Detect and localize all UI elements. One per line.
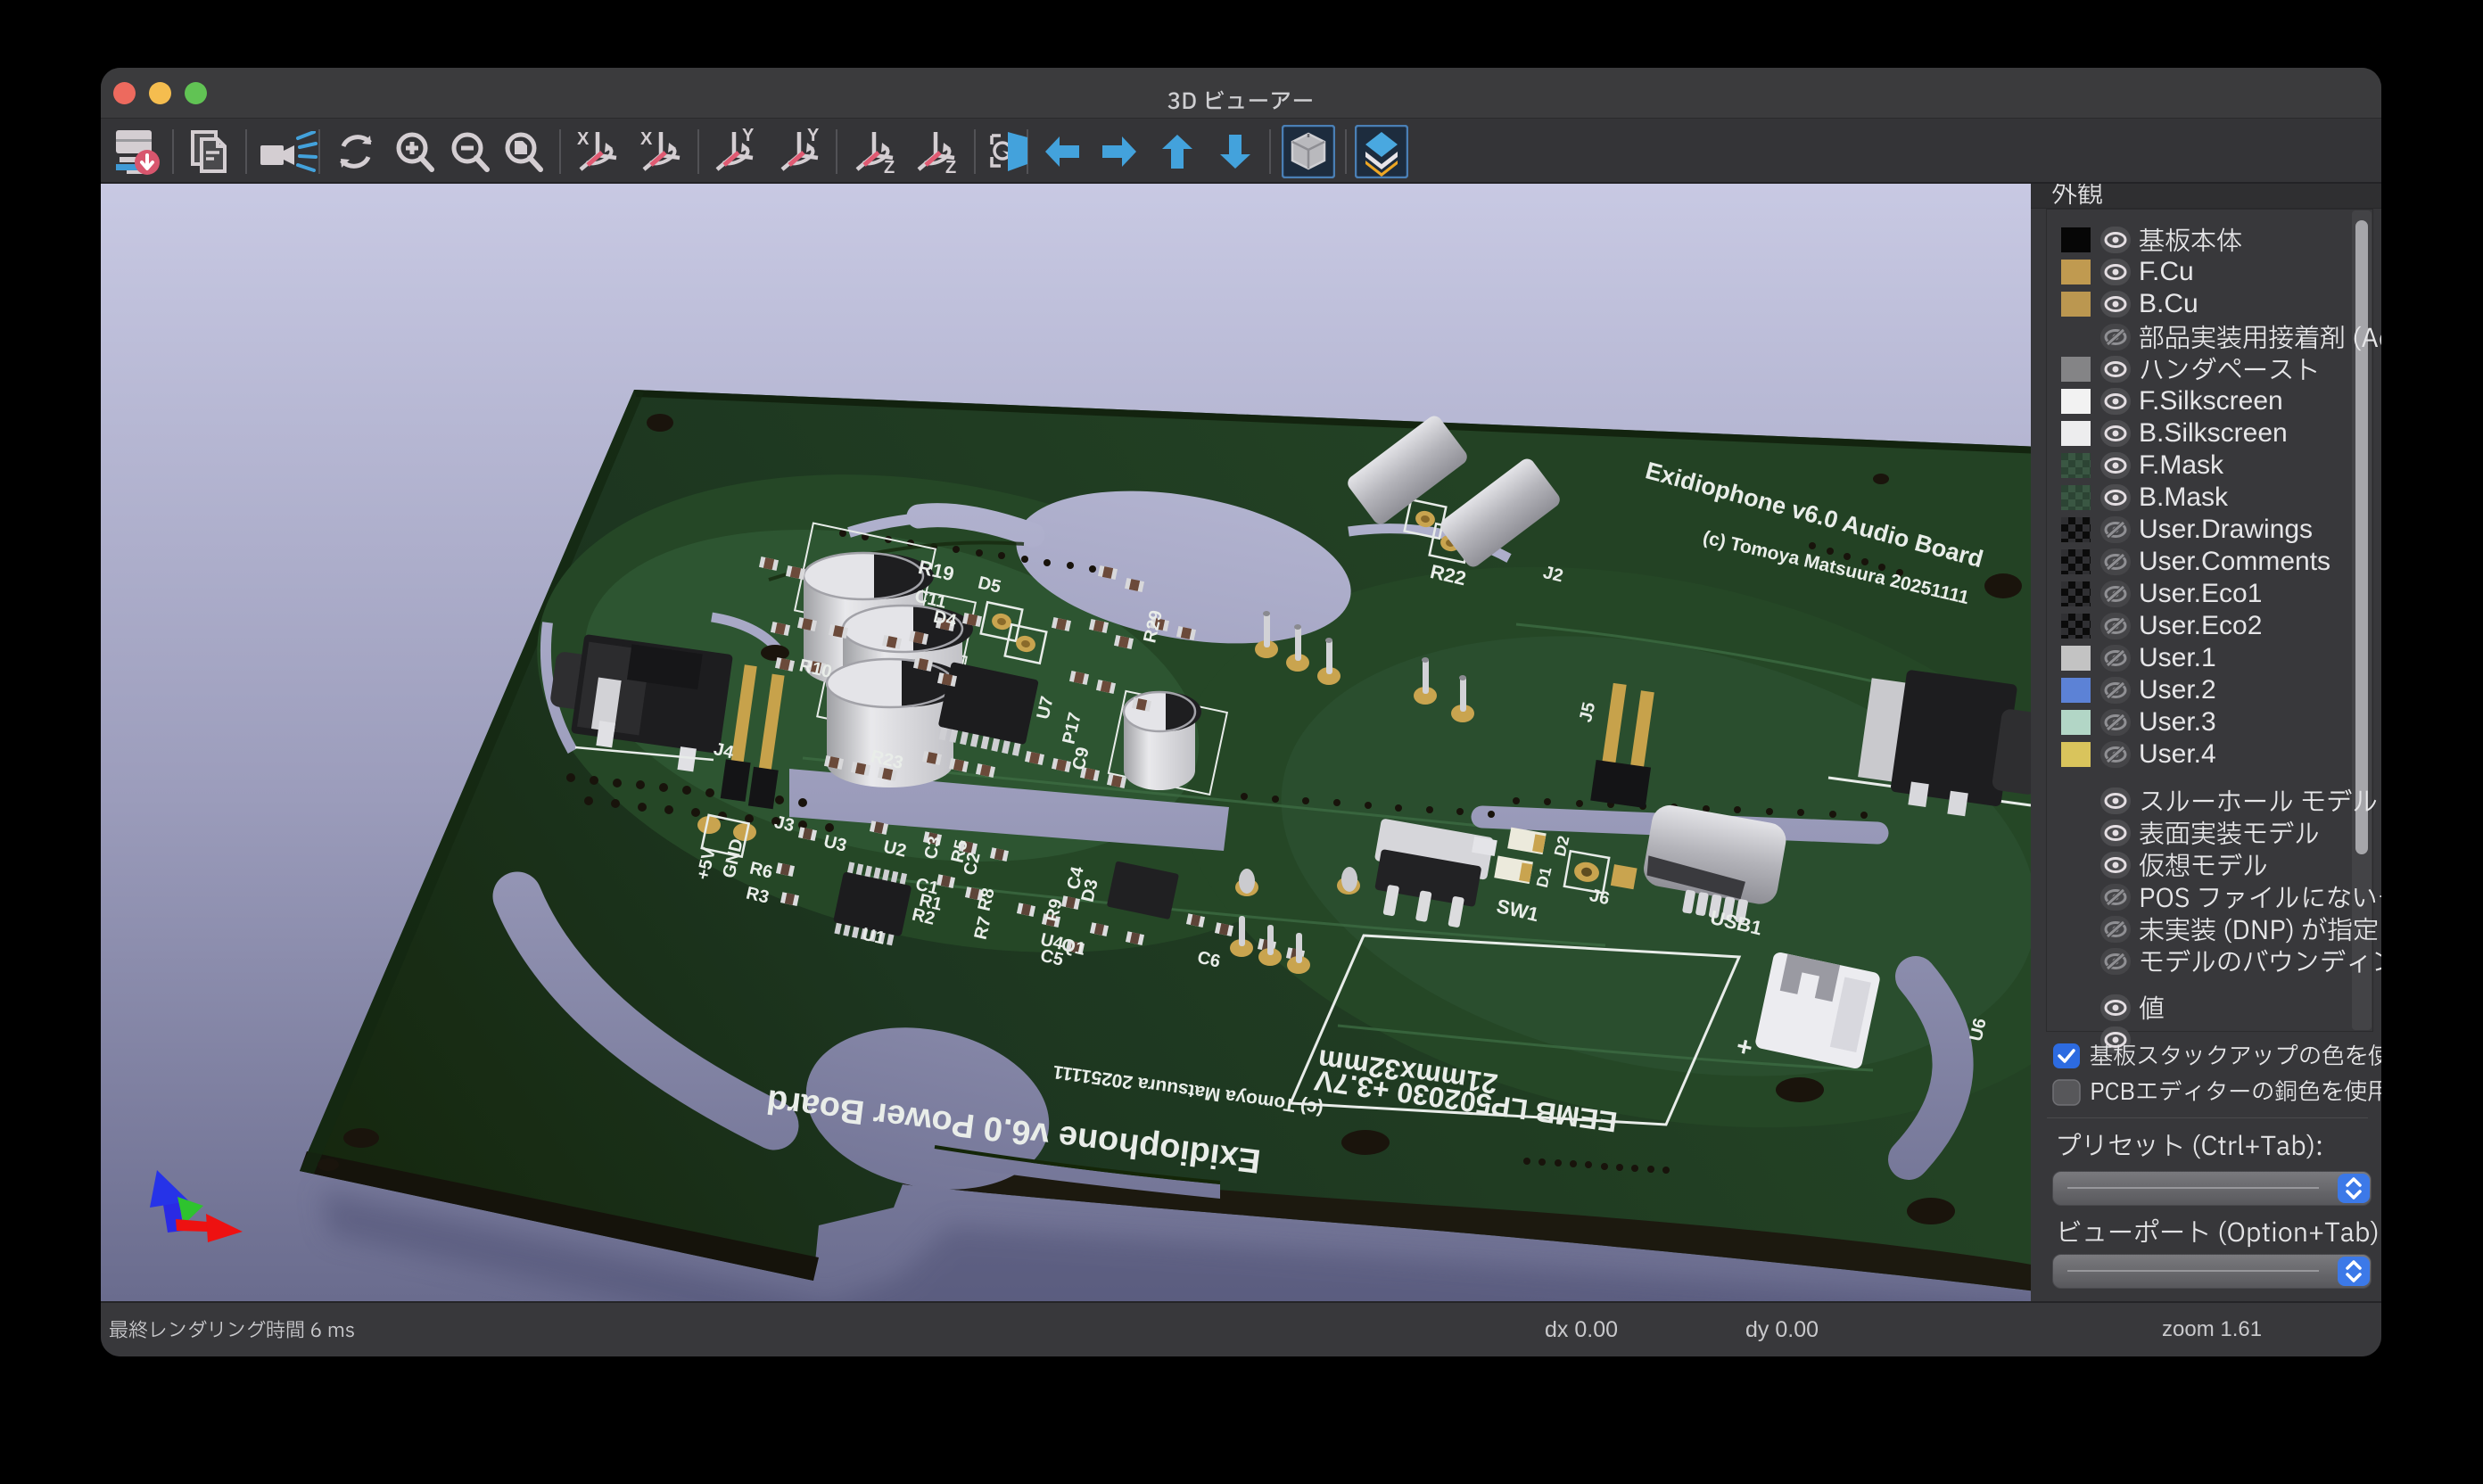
svg-text:Z: Z — [884, 158, 895, 175]
svg-text:Z: Z — [945, 158, 956, 175]
svg-text:X: X — [577, 129, 590, 149]
svg-text:Y: Y — [742, 128, 755, 145]
svg-text:X: X — [640, 129, 653, 149]
svg-text:Y: Y — [807, 128, 820, 145]
